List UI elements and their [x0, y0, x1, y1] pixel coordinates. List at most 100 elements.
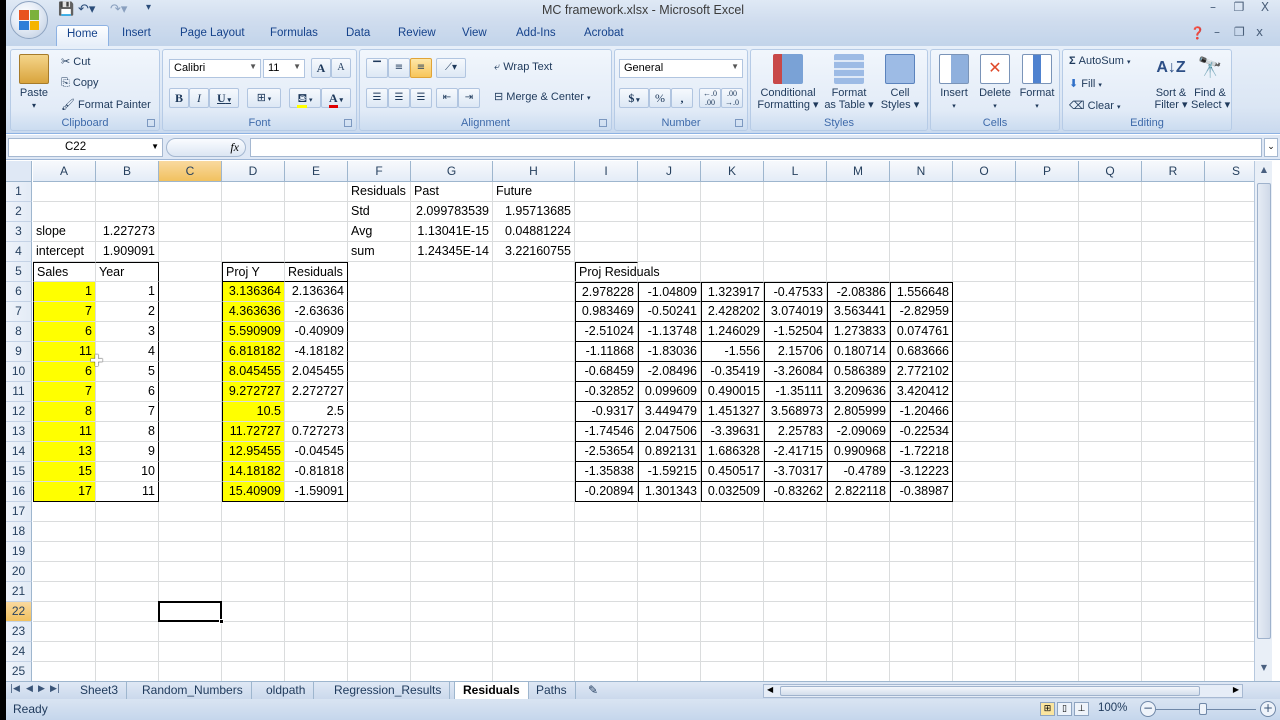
- cell-S6[interactable]: [1205, 282, 1254, 302]
- cell-I14[interactable]: -2.53654: [575, 442, 638, 462]
- cell-R19[interactable]: [1142, 542, 1205, 562]
- cell-N23[interactable]: [890, 622, 953, 642]
- cell-F1[interactable]: Residuals: [348, 182, 411, 202]
- cell-L7[interactable]: 3.074019: [764, 302, 827, 322]
- cell-J22[interactable]: [638, 602, 701, 622]
- cell-C23[interactable]: [159, 622, 222, 642]
- cell-A23[interactable]: [33, 622, 96, 642]
- cell-M25[interactable]: [827, 662, 890, 681]
- insert-sheet-icon[interactable]: ✎: [580, 682, 606, 699]
- cell-B15[interactable]: 10: [96, 462, 159, 482]
- cell-A1[interactable]: [33, 182, 96, 202]
- cell-S11[interactable]: [1205, 382, 1254, 402]
- cell-I21[interactable]: [575, 582, 638, 602]
- cell-D9[interactable]: 6.818182: [222, 342, 285, 362]
- cell-B5[interactable]: Year: [96, 262, 159, 282]
- cell-I18[interactable]: [575, 522, 638, 542]
- cell-A15[interactable]: 15: [33, 462, 96, 482]
- font-name-combo[interactable]: Calibri ▼: [169, 59, 261, 78]
- cell-Q3[interactable]: [1079, 222, 1142, 242]
- row-header-14[interactable]: 14: [6, 442, 32, 462]
- cell-E11[interactable]: 2.272727: [285, 382, 348, 402]
- cell-J20[interactable]: [638, 562, 701, 582]
- cell-P25[interactable]: [1016, 662, 1079, 681]
- cell-B16[interactable]: 11: [96, 482, 159, 502]
- cell-S18[interactable]: [1205, 522, 1254, 542]
- cell-A8[interactable]: 6: [33, 322, 96, 342]
- cell-H4[interactable]: 3.22160755: [493, 242, 575, 262]
- cut-button[interactable]: ✂ Cut: [61, 55, 90, 68]
- cell-E24[interactable]: [285, 642, 348, 662]
- cell-M21[interactable]: [827, 582, 890, 602]
- row-header-24[interactable]: 24: [6, 642, 32, 662]
- cell-D16[interactable]: 15.40909: [222, 482, 285, 502]
- cell-A12[interactable]: 8: [33, 402, 96, 422]
- column-header-p[interactable]: P: [1016, 161, 1079, 182]
- number-format-combo[interactable]: General ▼: [619, 59, 743, 78]
- cell-J19[interactable]: [638, 542, 701, 562]
- row-header-4[interactable]: 4: [6, 242, 32, 262]
- cell-D8[interactable]: 5.590909: [222, 322, 285, 342]
- cell-G24[interactable]: [411, 642, 493, 662]
- row-header-20[interactable]: 20: [6, 562, 32, 582]
- row-header-3[interactable]: 3: [6, 222, 32, 242]
- cell-N11[interactable]: 3.420412: [890, 382, 953, 402]
- scroll-down-icon[interactable]: ▼: [1257, 663, 1271, 679]
- cell-O7[interactable]: [953, 302, 1016, 322]
- cell-E20[interactable]: [285, 562, 348, 582]
- cell-E12[interactable]: 2.5: [285, 402, 348, 422]
- cell-E19[interactable]: [285, 542, 348, 562]
- cell-K16[interactable]: 0.032509: [701, 482, 764, 502]
- cell-D1[interactable]: [222, 182, 285, 202]
- cell-R22[interactable]: [1142, 602, 1205, 622]
- cell-P21[interactable]: [1016, 582, 1079, 602]
- cell-E14[interactable]: -0.04545: [285, 442, 348, 462]
- column-header-f[interactable]: F: [348, 161, 411, 182]
- cell-D2[interactable]: [222, 202, 285, 222]
- cell-S10[interactable]: [1205, 362, 1254, 382]
- cell-Q5[interactable]: [1079, 262, 1142, 282]
- cell-H21[interactable]: [493, 582, 575, 602]
- cell-O3[interactable]: [953, 222, 1016, 242]
- cell-K20[interactable]: [701, 562, 764, 582]
- cell-S13[interactable]: [1205, 422, 1254, 442]
- cell-H15[interactable]: [493, 462, 575, 482]
- column-header-q[interactable]: Q: [1079, 161, 1142, 182]
- cell-J1[interactable]: [638, 182, 701, 202]
- cell-C10[interactable]: [159, 362, 222, 382]
- zoom-out-icon[interactable]: −: [1140, 701, 1156, 717]
- cell-H1[interactable]: Future: [493, 182, 575, 202]
- cell-G18[interactable]: [411, 522, 493, 542]
- cell-A20[interactable]: [33, 562, 96, 582]
- cell-I22[interactable]: [575, 602, 638, 622]
- cell-P14[interactable]: [1016, 442, 1079, 462]
- cell-N22[interactable]: [890, 602, 953, 622]
- cell-J25[interactable]: [638, 662, 701, 681]
- tab-view[interactable]: View: [452, 25, 497, 46]
- cell-B18[interactable]: [96, 522, 159, 542]
- row-header-19[interactable]: 19: [6, 542, 32, 562]
- cell-H9[interactable]: [493, 342, 575, 362]
- cell-S15[interactable]: [1205, 462, 1254, 482]
- underline-button[interactable]: U ▾: [209, 88, 239, 108]
- cell-R5[interactable]: [1142, 262, 1205, 282]
- cell-R17[interactable]: [1142, 502, 1205, 522]
- cell-Q19[interactable]: [1079, 542, 1142, 562]
- cell-L21[interactable]: [764, 582, 827, 602]
- cell-R1[interactable]: [1142, 182, 1205, 202]
- cell-K10[interactable]: -0.35419: [701, 362, 764, 382]
- cell-M16[interactable]: 2.822118: [827, 482, 890, 502]
- cell-A2[interactable]: [33, 202, 96, 222]
- cell-L9[interactable]: 2.15706: [764, 342, 827, 362]
- cell-O21[interactable]: [953, 582, 1016, 602]
- cell-I23[interactable]: [575, 622, 638, 642]
- orientation-button[interactable]: ⟋▾: [436, 58, 466, 78]
- cell-K15[interactable]: 0.450517: [701, 462, 764, 482]
- cell-A21[interactable]: [33, 582, 96, 602]
- row-header-17[interactable]: 17: [6, 502, 32, 522]
- cell-H14[interactable]: [493, 442, 575, 462]
- cell-A11[interactable]: 7: [33, 382, 96, 402]
- sheet-tab-random-numbers[interactable]: Random_Numbers: [134, 682, 252, 699]
- cell-G15[interactable]: [411, 462, 493, 482]
- cell-B25[interactable]: [96, 662, 159, 681]
